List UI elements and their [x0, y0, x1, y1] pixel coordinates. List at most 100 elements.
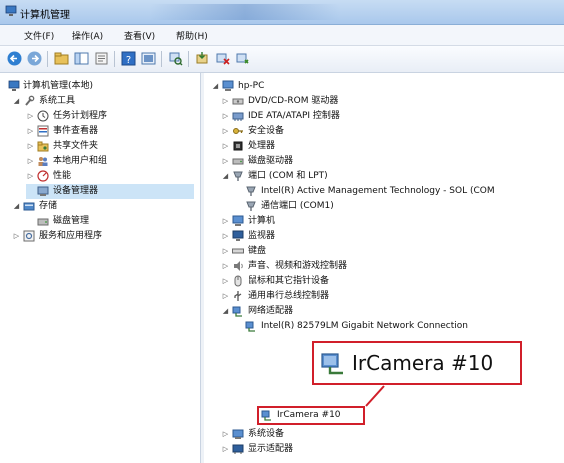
- device-category-keyboards[interactable]: ▷ 键盘: [221, 244, 551, 259]
- up-folder-icon[interactable]: [53, 50, 70, 67]
- collapsed-arrow-icon[interactable]: ▷: [221, 214, 230, 229]
- device-com1-port[interactable]: 通信端口 (COM1): [245, 199, 545, 214]
- device-label: 键盘: [248, 246, 267, 256]
- help-icon[interactable]: ?: [120, 50, 137, 67]
- device-label: 计算机: [248, 216, 276, 226]
- disable-device-icon[interactable]: [214, 50, 231, 67]
- device-intel-amt-sol-port[interactable]: Intel(R) Active Management Technology - …: [245, 184, 564, 199]
- collapsed-arrow-icon[interactable]: ▷: [26, 124, 35, 139]
- device-category-processors[interactable]: ▷ 处理器: [221, 139, 551, 154]
- collapsed-arrow-icon[interactable]: ▷: [26, 139, 35, 154]
- device-category-network-adapters[interactable]: ◢ 网络适配器: [221, 304, 551, 319]
- computer-icon: [222, 80, 234, 91]
- toolbar-separator: [188, 51, 189, 67]
- collapsed-arrow-icon[interactable]: ▷: [221, 109, 230, 124]
- pane-splitter[interactable]: [201, 73, 204, 463]
- tree-item-task-scheduler[interactable]: ▷ 任务计划程序: [26, 109, 194, 124]
- device-category-usb-controllers[interactable]: ▷ 通用串行总线控制器: [221, 289, 551, 304]
- uninstall-device-icon[interactable]: [234, 50, 251, 67]
- device-category-display-adapters[interactable]: ▷ 显示适配器: [221, 442, 551, 457]
- expanded-arrow-icon[interactable]: ◢: [12, 94, 21, 109]
- expanded-arrow-icon[interactable]: ◢: [211, 79, 220, 94]
- tree-item-local-users-groups[interactable]: ▷ 本地用户和组: [26, 154, 194, 169]
- expanded-arrow-icon[interactable]: ◢: [12, 199, 21, 214]
- tree-item-shared-folders[interactable]: ▷ 共享文件夹: [26, 139, 194, 154]
- collapsed-arrow-icon[interactable]: ▷: [221, 274, 230, 289]
- collapsed-arrow-icon[interactable]: ▷: [221, 154, 230, 169]
- device-category-sound-video-game[interactable]: ▷ 声音、视频和游戏控制器: [221, 259, 551, 274]
- collapsed-arrow-icon[interactable]: ▷: [12, 229, 21, 244]
- processor-icon: [233, 141, 243, 151]
- expanded-arrow-icon[interactable]: ◢: [221, 169, 230, 184]
- tree-item-label: 本地用户和组: [53, 156, 108, 166]
- menu-help[interactable]: 帮助(H): [176, 29, 208, 42]
- computer-management-icon: [5, 5, 17, 16]
- update-driver-icon[interactable]: [194, 50, 211, 67]
- device-node-hp-pc[interactable]: ◢ hp-PC: [211, 79, 551, 94]
- device-intel-82579lm[interactable]: Intel(R) 82579LM Gigabit Network Connect…: [245, 319, 564, 334]
- toolbar-separator: [47, 51, 48, 67]
- device-label: IDE ATA/ATAPI 控制器: [248, 111, 340, 121]
- title-bar-glare: [150, 4, 340, 20]
- tree-item-services-applications[interactable]: ▷ 服务和应用程序: [12, 229, 192, 244]
- show-tree-icon[interactable]: [73, 50, 90, 67]
- toolbar-separator: [161, 51, 162, 67]
- tree-item-event-viewer[interactable]: ▷ 事件查看器: [26, 124, 194, 139]
- tree-item-label: 服务和应用程序: [39, 231, 103, 241]
- device-label: 处理器: [248, 141, 276, 151]
- collapsed-arrow-icon[interactable]: ▷: [221, 289, 230, 304]
- tree-item-disk-management[interactable]: 磁盘管理: [26, 214, 194, 229]
- system-tools-icon: [25, 95, 35, 106]
- disk-management-icon: [37, 218, 49, 226]
- collapsed-arrow-icon[interactable]: ▷: [221, 139, 230, 154]
- scan-hardware-icon[interactable]: [167, 50, 184, 67]
- tree-item-system-tools[interactable]: ◢ 系统工具: [12, 94, 192, 109]
- tree-item-computer-management-local[interactable]: 计算机管理(本地): [4, 79, 194, 94]
- tree-item-performance[interactable]: ▷ 性能: [26, 169, 194, 184]
- tree-item-storage[interactable]: ◢ 存储: [12, 199, 192, 214]
- back-arrow-icon[interactable]: [6, 50, 23, 67]
- device-category-security-devices[interactable]: ▷ 安全设备: [221, 124, 551, 139]
- collapsed-arrow-icon[interactable]: ▷: [26, 169, 35, 184]
- tree-item-device-manager[interactable]: 设备管理器: [26, 184, 194, 199]
- network-adapter-icon: [245, 321, 255, 332]
- collapsed-arrow-icon[interactable]: ▷: [221, 229, 230, 244]
- expanded-arrow-icon[interactable]: ◢: [221, 304, 230, 319]
- port-icon: [246, 186, 256, 196]
- collapsed-arrow-icon[interactable]: ▷: [221, 442, 230, 457]
- device-category-dvd-cd-rom[interactable]: ▷ DVD/CD-ROM 驱动器: [221, 94, 551, 109]
- computer-icon: [232, 215, 244, 226]
- speaker-icon: [234, 261, 243, 271]
- tree-item-label: 设备管理器: [53, 186, 99, 196]
- device-category-ide-controllers[interactable]: ▷ IDE ATA/ATAPI 控制器: [221, 109, 551, 124]
- console-icon[interactable]: [140, 50, 157, 67]
- mouse-icon: [234, 275, 242, 287]
- keyboard-icon: [232, 248, 244, 254]
- users-icon: [38, 157, 48, 166]
- device-category-computer[interactable]: ▷ 计算机: [221, 214, 551, 229]
- device-category-mice[interactable]: ▷ 鼠标和其它指针设备: [221, 274, 551, 289]
- port-icon: [246, 201, 256, 211]
- device-category-monitors[interactable]: ▷ 监视器: [221, 229, 551, 244]
- device-label: 通用串行总线控制器: [248, 291, 330, 301]
- monitor-icon: [232, 230, 244, 241]
- menu-action[interactable]: 操作(A): [72, 29, 103, 42]
- collapsed-arrow-icon[interactable]: ▷: [221, 427, 230, 442]
- device-category-disk-drives[interactable]: ▷ 磁盘驱动器: [221, 154, 551, 169]
- forward-arrow-icon[interactable]: [26, 50, 43, 67]
- collapsed-arrow-icon[interactable]: ▷: [221, 244, 230, 259]
- properties-icon[interactable]: [93, 50, 110, 67]
- device-category-system-devices[interactable]: ▷ 系统设备: [221, 427, 551, 442]
- collapsed-arrow-icon[interactable]: ▷: [26, 154, 35, 169]
- menu-view[interactable]: 查看(V): [124, 29, 155, 42]
- collapsed-arrow-icon[interactable]: ▷: [26, 109, 35, 124]
- device-label: hp-PC: [238, 81, 265, 91]
- collapsed-arrow-icon[interactable]: ▷: [221, 259, 230, 274]
- collapsed-arrow-icon[interactable]: ▷: [221, 124, 230, 139]
- collapsed-arrow-icon[interactable]: ▷: [221, 94, 230, 109]
- device-category-ports[interactable]: ◢ 端口 (COM 和 LPT): [221, 169, 561, 184]
- menu-file[interactable]: 文件(F): [24, 29, 54, 42]
- performance-icon: [37, 170, 49, 182]
- tree-item-label: 任务计划程序: [53, 111, 108, 121]
- title-bar[interactable]: 计算机管理: [0, 0, 564, 25]
